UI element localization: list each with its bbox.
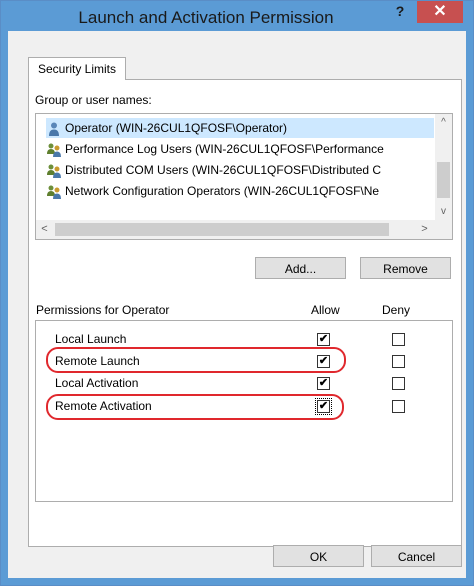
list-item-performance-log-users[interactable]: Performance Log Users (WIN-26CUL1QFOSF\P… bbox=[46, 139, 434, 159]
cancel-button[interactable]: Cancel bbox=[371, 545, 462, 567]
horizontal-scroll-thumb[interactable] bbox=[55, 223, 389, 236]
list-item-operator[interactable]: Operator (WIN-26CUL1QFOSF\Operator) bbox=[46, 118, 434, 138]
list-item-network-configuration-operators[interactable]: Network Configuration Operators (WIN-26C… bbox=[46, 181, 434, 201]
user-group-icon bbox=[46, 184, 62, 200]
deny-checkbox[interactable] bbox=[392, 377, 405, 390]
scroll-left-arrow-icon[interactable]: < bbox=[36, 220, 53, 239]
list-item-label: Performance Log Users (WIN-26CUL1QFOSF\P… bbox=[65, 142, 384, 156]
list-item-label: Operator (WIN-26CUL1QFOSF\Operator) bbox=[65, 121, 288, 135]
scrollbar-corner bbox=[435, 220, 452, 239]
highlight-remote-launch bbox=[46, 347, 346, 373]
allow-column-header: Allow bbox=[311, 303, 340, 317]
scroll-right-arrow-icon[interactable]: > bbox=[416, 220, 433, 239]
permission-name: Local Launch bbox=[55, 332, 127, 346]
horizontal-scrollbar[interactable]: < > bbox=[36, 220, 435, 239]
window-title: Launch and Activation Permission bbox=[78, 8, 334, 27]
ok-button[interactable]: OK bbox=[273, 545, 364, 567]
deny-column-header: Deny bbox=[382, 303, 411, 317]
permission-row-local-activation: Local Activation ✔ bbox=[36, 374, 452, 396]
deny-checkbox[interactable] bbox=[392, 333, 405, 346]
tab-security-limits[interactable]: Security Limits bbox=[28, 57, 126, 80]
deny-checkbox[interactable] bbox=[392, 355, 405, 368]
title-bar[interactable]: Launch and Activation Permission ? ✕ bbox=[1, 1, 473, 31]
group-user-list[interactable]: Operator (WIN-26CUL1QFOSF\Operator) Perf… bbox=[35, 113, 453, 240]
user-group-icon bbox=[46, 163, 62, 179]
allow-checkbox[interactable]: ✔ bbox=[317, 333, 330, 346]
user-group-icon bbox=[46, 142, 62, 158]
highlight-remote-activation bbox=[46, 394, 344, 420]
allow-checkbox[interactable]: ✔ bbox=[317, 377, 330, 390]
add-button[interactable]: Add... bbox=[255, 257, 346, 279]
list-item-label: Network Configuration Operators (WIN-26C… bbox=[65, 184, 380, 198]
deny-checkbox[interactable] bbox=[392, 400, 405, 413]
list-item-label: Distributed COM Users (WIN-26CUL1QFOSF\D… bbox=[65, 163, 382, 177]
scroll-up-arrow-icon[interactable]: ^ bbox=[435, 114, 452, 131]
group-names-label: Group or user names: bbox=[35, 93, 152, 107]
single-user-icon bbox=[46, 121, 62, 137]
scroll-down-arrow-icon[interactable]: v bbox=[435, 203, 452, 220]
vertical-scrollbar[interactable]: ^ v bbox=[435, 114, 452, 220]
permission-name: Local Activation bbox=[55, 376, 139, 390]
list-item-distributed-com-users[interactable]: Distributed COM Users (WIN-26CUL1QFOSF\D… bbox=[46, 160, 434, 180]
help-button[interactable]: ? bbox=[386, 1, 414, 23]
remove-button[interactable]: Remove bbox=[360, 257, 451, 279]
permissions-label: Permissions for Operator bbox=[36, 303, 170, 317]
vertical-scroll-thumb[interactable] bbox=[437, 162, 450, 198]
close-button[interactable]: ✕ bbox=[417, 1, 463, 23]
